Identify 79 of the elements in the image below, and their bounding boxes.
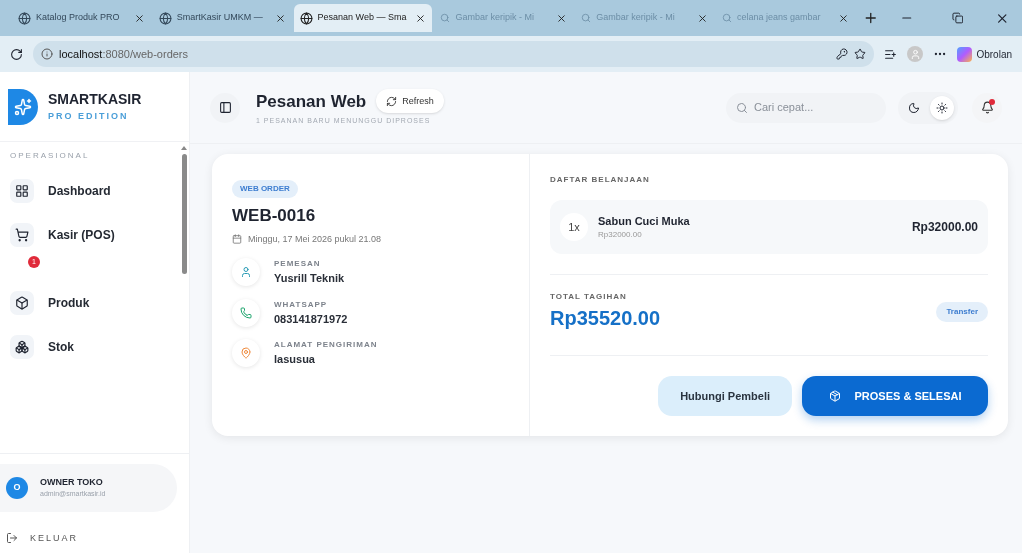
field-label: PEMESAN: [274, 258, 322, 270]
close-icon[interactable]: [697, 12, 708, 24]
sidebar-toggle-button[interactable]: [210, 92, 240, 123]
refresh-button[interactable]: Refresh: [376, 89, 444, 114]
panel-icon: [218, 101, 232, 114]
moon-icon: [908, 101, 920, 114]
logout-icon: [6, 532, 18, 545]
globe-icon: [299, 11, 313, 25]
sun-button[interactable]: [930, 95, 954, 120]
nav-item[interactable]: Produk: [10, 288, 189, 318]
search-icon: [736, 101, 748, 114]
field-label: ALAMAT PENGIRIMAN: [274, 339, 378, 351]
search-icon: [722, 13, 732, 23]
close-icon[interactable]: [415, 12, 427, 24]
globe-icon: [18, 11, 31, 25]
tab-title: Katalog Produk PRO: [36, 11, 121, 25]
globe-icon: [158, 11, 172, 25]
logo-icon: [8, 88, 38, 125]
total-label: TOTAL TAGIHAN: [550, 291, 628, 303]
page-title: Pesanan Web: [256, 90, 367, 113]
restore-icon[interactable]: [951, 12, 964, 24]
field-value: lasusua: [274, 352, 316, 367]
cart-icon: [10, 223, 34, 247]
search-icon: [440, 13, 451, 23]
nav-item[interactable]: Kasir (POS): [10, 220, 189, 250]
item-name: Sabun Cuci Muka: [598, 213, 691, 229]
close-icon[interactable]: [837, 12, 849, 24]
reload-icon[interactable]: [10, 47, 23, 61]
box-icon: [10, 291, 34, 315]
copilot-icon[interactable]: [957, 46, 973, 62]
copilot-label[interactable]: Obrolan: [976, 46, 1012, 62]
map-pin-icon: [232, 339, 260, 368]
browser-tab[interactable]: SmartKasir UMKM —: [152, 4, 292, 32]
nav-item[interactable]: Dashboard: [10, 176, 189, 206]
list-title: DAFTAR BELANJAAN: [550, 174, 651, 186]
search-icon: [581, 13, 592, 23]
order-date: Minggu, 17 Mei 2026 pukul 21.08: [248, 232, 382, 246]
user-avatar: O: [6, 476, 28, 499]
tab-title: SmartKasir UMKM —: [176, 11, 264, 25]
process-button[interactable]: PROSES & SELESAI: [802, 376, 988, 416]
total-amount: Rp35520.00: [550, 306, 662, 331]
section-label: OPERASIONAL: [10, 150, 91, 162]
order-tag: WEB ORDER: [232, 180, 298, 198]
package-icon: [828, 390, 841, 402]
info-icon[interactable]: [41, 48, 53, 60]
browser-tab[interactable]: Pesanan Web — Sma: [293, 4, 433, 32]
brand-edition: PRO EDITION: [48, 110, 130, 124]
user-icon: [232, 258, 260, 287]
item-unit-price: Rp32000.00: [598, 229, 643, 242]
bell-icon: [980, 101, 994, 114]
item-total: Rp32000.00: [911, 219, 978, 236]
close-icon[interactable]: [274, 12, 286, 24]
field-label: WHATSAPP: [274, 298, 329, 311]
key-icon[interactable]: [836, 48, 849, 60]
order-id: WEB-0016: [232, 205, 317, 227]
browser-tab[interactable]: Katalog Produk PRO: [12, 4, 151, 32]
tab-title: Pesanan Web — Sma: [317, 11, 408, 25]
payment-method: Transfer: [936, 302, 988, 322]
brand-name: SMARTKASIR: [48, 90, 142, 110]
field-value: 083141871972: [274, 311, 348, 327]
quantity: 1x: [560, 213, 588, 241]
field-value: Yusrill Teknik: [274, 271, 345, 286]
address-bar[interactable]: localhost:8080/web-orders: [33, 41, 875, 67]
star-icon[interactable]: [854, 48, 867, 60]
sun-icon: [936, 101, 948, 114]
grid-icon: [10, 179, 34, 203]
phone-icon: [232, 298, 260, 327]
logout-link[interactable]: KELUAR: [0, 531, 189, 545]
refresh-icon: [386, 95, 398, 107]
calendar-icon: [232, 234, 242, 245]
nav-item[interactable]: Stok: [10, 332, 189, 362]
close-icon[interactable]: [133, 12, 145, 24]
favorites-icon[interactable]: [884, 47, 898, 61]
url-text: localhost:8080/web-orders: [59, 46, 190, 62]
contact-buyer-button[interactable]: Hubungi Pembeli: [658, 376, 792, 416]
close-icon[interactable]: [556, 12, 568, 24]
boxes-icon: [10, 335, 34, 359]
notification-bell[interactable]: [972, 92, 1002, 123]
user-name: OWNER TOKO: [40, 475, 104, 489]
